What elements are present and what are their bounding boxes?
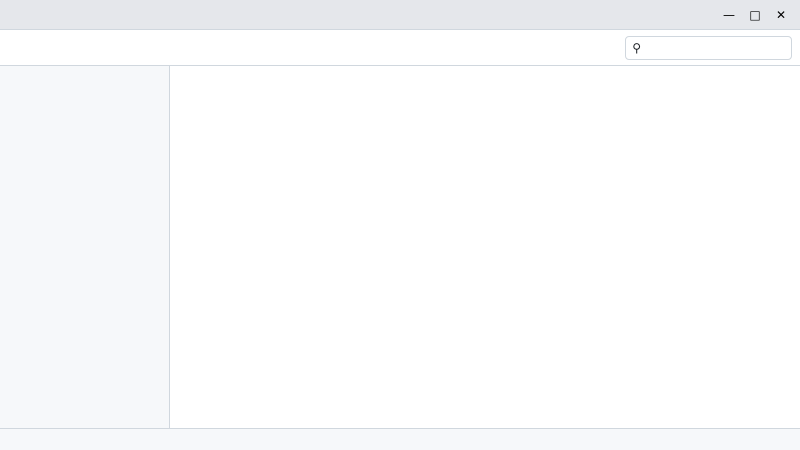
maximize-button[interactable]: □: [744, 6, 766, 24]
title-bar: — □ ✕: [0, 0, 800, 30]
search-box: ⚲: [625, 35, 792, 60]
content-area: [0, 66, 800, 428]
main-panel: [170, 66, 800, 428]
window-controls: — □ ✕: [718, 6, 792, 24]
minimize-button[interactable]: —: [718, 6, 740, 24]
search-icon: ⚲: [632, 40, 641, 55]
search-input[interactable]: [645, 40, 785, 55]
app-window: — □ ✕ ⚲: [0, 0, 800, 450]
status-bar: [0, 428, 800, 450]
close-button[interactable]: ✕: [770, 6, 792, 24]
toolbar: ⚲: [0, 30, 800, 66]
sidebar: [0, 66, 170, 428]
